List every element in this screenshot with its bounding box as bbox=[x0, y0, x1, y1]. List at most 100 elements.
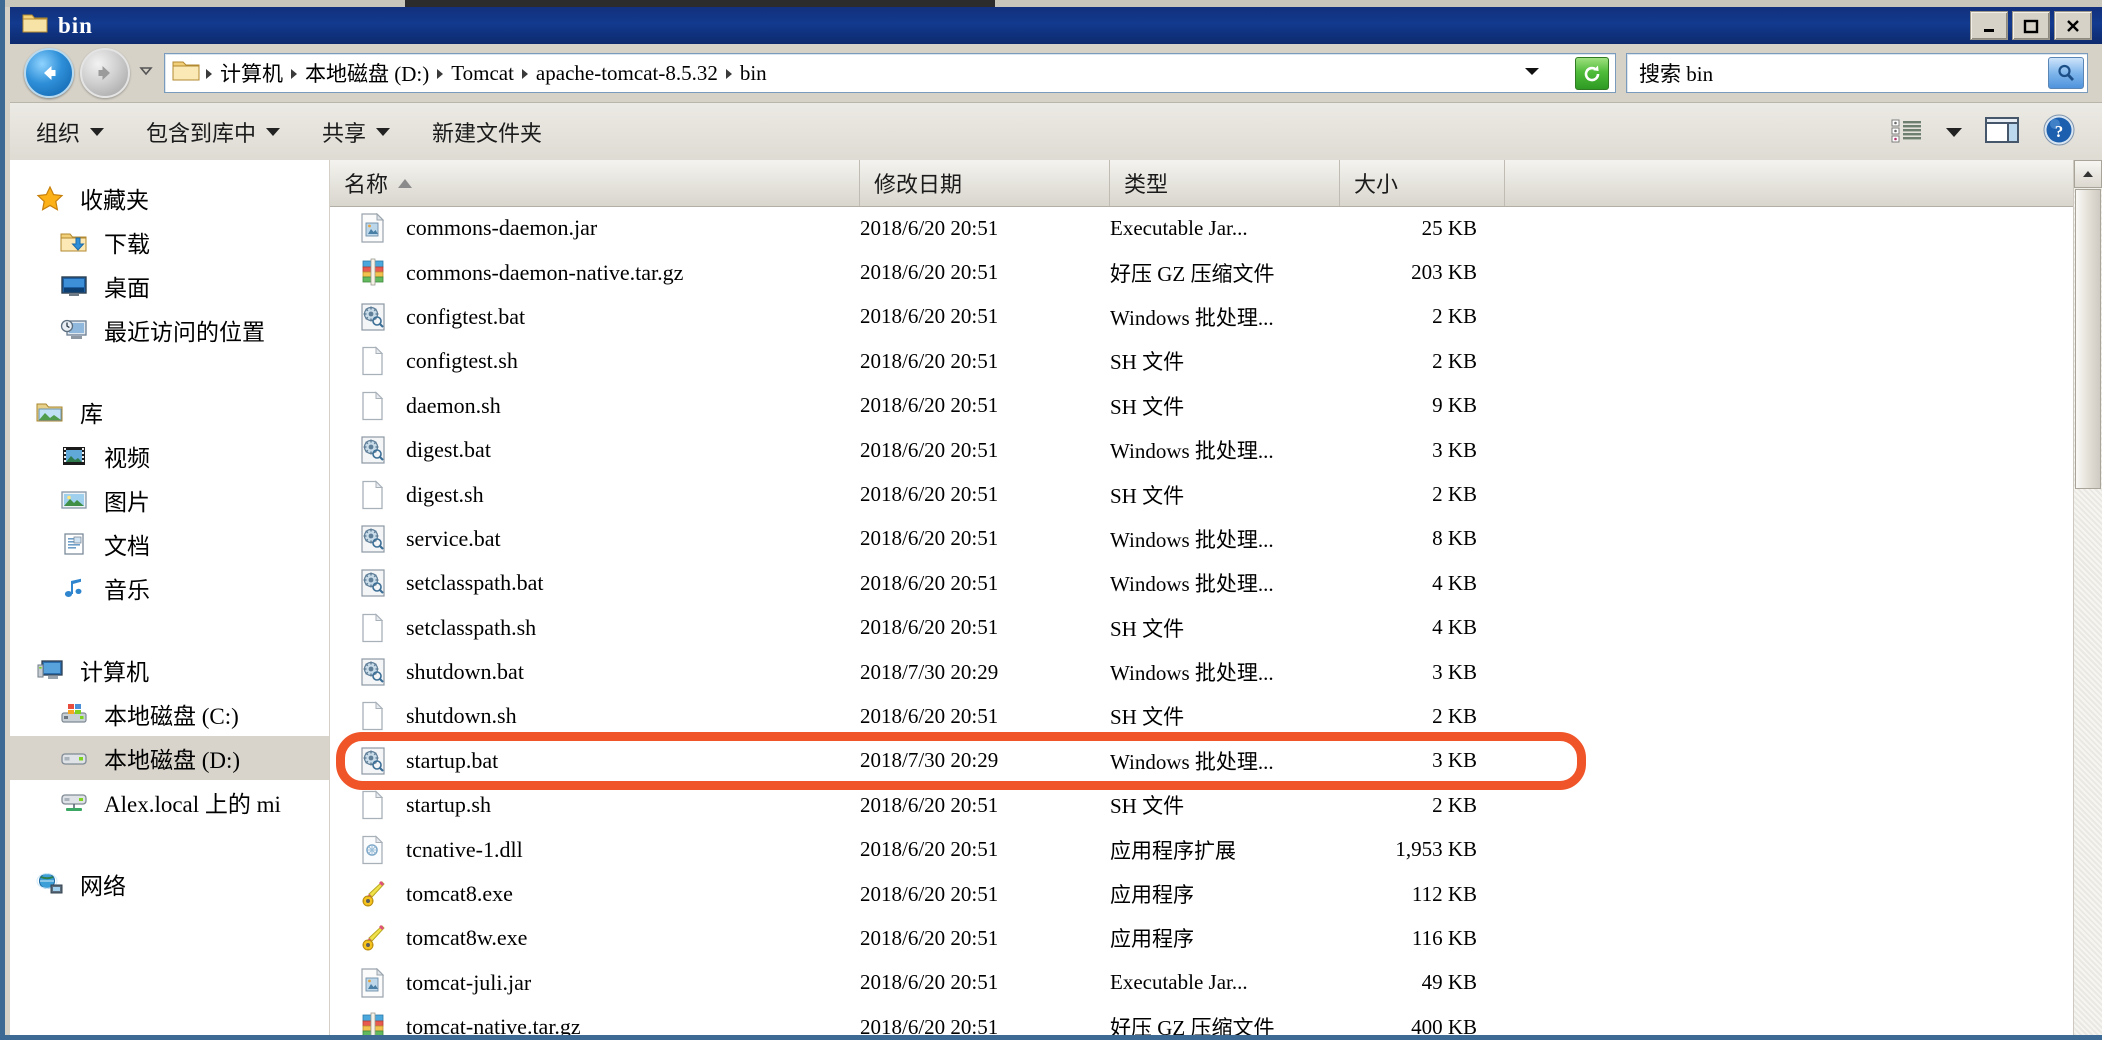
forward-button[interactable] bbox=[80, 48, 130, 98]
preview-pane-icon[interactable] bbox=[1984, 115, 2020, 150]
background-window-strip bbox=[5, 0, 2102, 7]
breadcrumb-item-1[interactable]: 本地磁盘 (D:) bbox=[300, 56, 434, 90]
file-name-cell[interactable]: daemon.sh bbox=[330, 390, 860, 422]
file-name-cell[interactable]: setclasspath.bat bbox=[330, 567, 860, 599]
sidebar-item-recent-places[interactable]: 最近访问的位置 bbox=[10, 308, 329, 352]
breadcrumb: 计算机 本地磁盘 (D:) Tomcat apache-tomcat-8.5.3… bbox=[165, 56, 772, 90]
sidebar-item-network[interactable]: 网络 bbox=[10, 862, 329, 906]
toolbar-organize-button[interactable]: 组织 bbox=[20, 110, 120, 154]
view-options-icon[interactable] bbox=[1890, 116, 1924, 149]
sidebar-item-network-drive[interactable]: Alex.local 上的 mi bbox=[10, 780, 329, 824]
file-name-cell[interactable]: commons-daemon-native.tar.gz bbox=[330, 257, 860, 289]
sidebar-item-local-disk-c[interactable]: 本地磁盘 (C:) bbox=[10, 692, 329, 736]
chevron-down-icon[interactable] bbox=[1523, 64, 1541, 82]
table-row[interactable]: startup.sh 2018/6/20 20:51 SH 文件 2 KB bbox=[330, 783, 2102, 827]
breadcrumb-item-4[interactable]: bin bbox=[735, 59, 772, 88]
file-name-cell[interactable]: service.bat bbox=[330, 523, 860, 555]
column-header-name[interactable]: 名称 bbox=[330, 160, 860, 206]
table-row[interactable]: tomcat-juli.jar 2018/6/20 20:51 Executable… bbox=[330, 961, 2102, 1005]
explorer-window: bin 计算机 本地磁盘 (D:) Tomcat apache-tomcat-8… bbox=[0, 0, 2102, 1040]
window-controls bbox=[1970, 11, 2092, 40]
sidebar-item-videos[interactable]: 视频 bbox=[10, 434, 329, 478]
file-size-cell: 49 KB bbox=[1421, 970, 1477, 995]
network-icon bbox=[36, 869, 70, 899]
file-name-cell[interactable]: tomcat-juli.jar bbox=[330, 967, 860, 999]
file-size-cell: 3 KB bbox=[1432, 437, 1477, 462]
search-input[interactable]: 搜索 bin bbox=[1626, 53, 2088, 93]
sidebar-item-desktop[interactable]: 桌面 bbox=[10, 264, 329, 308]
table-row[interactable]: shutdown.sh 2018/6/20 20:51 SH 文件 2 KB bbox=[330, 694, 2102, 738]
breadcrumb-item-0[interactable]: 计算机 bbox=[215, 56, 288, 90]
column-header-date[interactable]: 修改日期 bbox=[860, 160, 1110, 206]
file-name-cell[interactable]: startup.bat bbox=[330, 745, 860, 777]
table-row[interactable]: digest.sh 2018/6/20 20:51 SH 文件 2 KB bbox=[330, 472, 2102, 516]
sidebar-item-computer[interactable]: 计算机 bbox=[10, 648, 329, 692]
sidebar-item-documents[interactable]: 文档 bbox=[10, 522, 329, 566]
table-row[interactable]: daemon.sh 2018/6/20 20:51 SH 文件 9 KB bbox=[330, 384, 2102, 428]
table-row[interactable]: tomcat8.exe 2018/6/20 20:51 应用程序 112 KB bbox=[330, 872, 2102, 916]
scroll-up-arrow[interactable] bbox=[2074, 160, 2102, 188]
file-size-cell: 8 KB bbox=[1432, 526, 1477, 551]
file-name-cell[interactable]: tomcat8.exe bbox=[330, 878, 860, 910]
file-name-text: shutdown.sh bbox=[406, 703, 517, 729]
table-row[interactable]: digest.bat 2018/6/20 20:51 Windows 批处理... 3… bbox=[330, 428, 2102, 472]
table-row[interactable]: setclasspath.bat 2018/6/20 20:51 Windows 批… bbox=[330, 561, 2102, 605]
sidebar-group-favorites: 收藏夹 下载 桌面 最近访问的位置 bbox=[10, 176, 329, 352]
table-row[interactable]: tcnative-1.dll 2018/6/20 20:51 应用程序扩展 1,953… bbox=[330, 827, 2102, 871]
table-row[interactable]: setclasspath.sh 2018/6/20 20:51 SH 文件 4 KB bbox=[330, 606, 2102, 650]
table-row[interactable]: configtest.sh 2018/6/20 20:51 SH 文件 2 KB bbox=[330, 339, 2102, 383]
table-row[interactable]: shutdown.bat 2018/7/30 20:29 Windows 批处理..… bbox=[330, 650, 2102, 694]
column-header-size[interactable]: 大小 bbox=[1340, 160, 1505, 206]
file-name-cell[interactable]: tomcat-native.tar.gz bbox=[330, 1011, 860, 1035]
sidebar-item-libraries[interactable]: 库 bbox=[10, 390, 329, 434]
table-row[interactable]: commons-daemon-native.tar.gz 2018/6/20 20… bbox=[330, 250, 2102, 294]
toolbar-share-button[interactable]: 共享 bbox=[306, 110, 406, 154]
column-header-type[interactable]: 类型 bbox=[1110, 160, 1340, 206]
file-name-cell[interactable]: configtest.bat bbox=[330, 301, 860, 333]
search-icon[interactable] bbox=[2048, 57, 2084, 89]
chevron-down-icon[interactable] bbox=[1946, 127, 1962, 137]
table-row[interactable]: service.bat 2018/6/20 20:51 Windows 批处理...… bbox=[330, 517, 2102, 561]
file-name-cell[interactable]: tomcat8w.exe bbox=[330, 922, 860, 954]
file-name-text: digest.sh bbox=[406, 481, 484, 507]
refresh-icon[interactable] bbox=[1575, 57, 1609, 90]
sidebar-item-favorites[interactable]: 收藏夹 bbox=[10, 176, 329, 220]
chevron-down-icon bbox=[266, 128, 281, 136]
file-name-cell[interactable]: shutdown.sh bbox=[330, 700, 860, 732]
file-name-cell[interactable]: shutdown.bat bbox=[330, 656, 860, 688]
file-name-cell[interactable]: tcnative-1.dll bbox=[330, 834, 860, 866]
file-name-cell[interactable]: setclasspath.sh bbox=[330, 612, 860, 644]
sidebar-item-pictures[interactable]: 图片 bbox=[10, 478, 329, 522]
sidebar-item-downloads[interactable]: 下载 bbox=[10, 220, 329, 264]
sidebar-item-label: 文档 bbox=[104, 534, 150, 559]
scroll-thumb[interactable] bbox=[2075, 189, 2101, 489]
breadcrumb-item-3[interactable]: apache-tomcat-8.5.32 bbox=[531, 59, 723, 88]
table-row[interactable]: commons-daemon.jar 2018/6/20 20:51 Executa… bbox=[330, 206, 2102, 250]
file-name-cell[interactable]: commons-daemon.jar bbox=[330, 212, 860, 244]
breadcrumb-item-2[interactable]: Tomcat bbox=[446, 59, 519, 88]
file-type-cell: Windows 批处理... bbox=[1110, 439, 1274, 464]
table-row[interactable]: configtest.bat 2018/6/20 20:51 Windows 批处理… bbox=[330, 295, 2102, 339]
close-button[interactable] bbox=[2054, 11, 2092, 40]
back-button[interactable] bbox=[24, 48, 74, 98]
address-input[interactable]: 计算机 本地磁盘 (D:) Tomcat apache-tomcat-8.5.3… bbox=[164, 53, 1616, 93]
file-name-cell[interactable]: digest.bat bbox=[330, 434, 860, 466]
history-dropdown[interactable] bbox=[138, 64, 154, 83]
sidebar-item-local-disk-d[interactable]: 本地磁盘 (D:) bbox=[10, 736, 329, 780]
help-icon[interactable]: ? bbox=[2042, 113, 2076, 152]
toolbar-include-in-library-button[interactable]: 包含到库中 bbox=[130, 110, 296, 154]
generic-file-icon bbox=[356, 700, 390, 732]
file-name-cell[interactable]: startup.sh bbox=[330, 789, 860, 821]
table-row[interactable]: startup.bat 2018/7/30 20:29 Windows 批处理...… bbox=[330, 739, 2102, 783]
file-name-cell[interactable]: digest.sh bbox=[330, 479, 860, 511]
vertical-scrollbar[interactable] bbox=[2073, 160, 2102, 1035]
minimize-button[interactable] bbox=[1970, 11, 2008, 40]
file-name-cell[interactable]: configtest.sh bbox=[330, 345, 860, 377]
maximize-button[interactable] bbox=[2012, 11, 2050, 40]
background-window-titlebar bbox=[405, 0, 995, 7]
table-row[interactable]: tomcat-native.tar.gz 2018/6/20 20:51 好压 GZ… bbox=[330, 1005, 2102, 1035]
file-name-text: daemon.sh bbox=[406, 392, 501, 418]
sidebar-item-music[interactable]: 音乐 bbox=[10, 566, 329, 610]
toolbar-new-folder-button[interactable]: 新建文件夹 bbox=[416, 110, 558, 154]
table-row[interactable]: tomcat8w.exe 2018/6/20 20:51 应用程序 116 KB bbox=[330, 916, 2102, 960]
